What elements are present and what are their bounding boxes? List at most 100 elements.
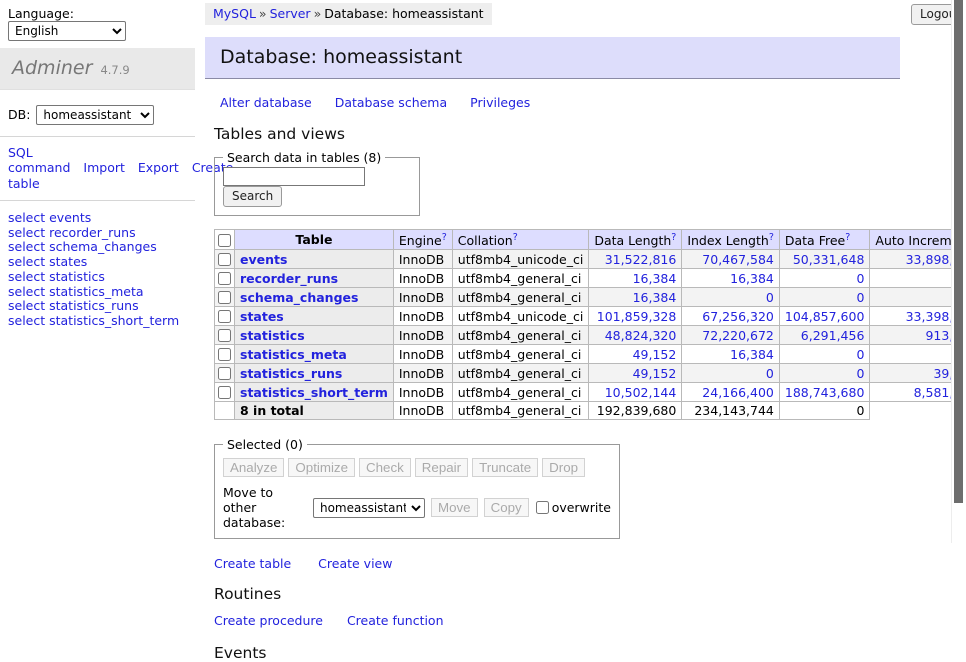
selected-action-button[interactable]: Check xyxy=(359,458,411,477)
select-all-cell xyxy=(215,230,235,250)
sidebar-nav-link[interactable]: Import xyxy=(83,160,125,175)
table-name-link[interactable]: statistics_meta xyxy=(240,347,347,362)
column-help-link[interactable]: ? xyxy=(769,232,774,243)
database-action-link[interactable]: Privileges xyxy=(470,95,530,110)
selected-action-button[interactable]: Analyze xyxy=(223,458,284,477)
data-free-link[interactable]: 0 xyxy=(856,347,864,362)
row-checkbox[interactable] xyxy=(218,348,231,361)
routines-links: Create procedure Create function xyxy=(214,613,915,628)
select-all-checkbox[interactable] xyxy=(218,234,231,247)
column-help-link[interactable]: ? xyxy=(845,232,850,243)
data-length-link[interactable]: 31,522,816 xyxy=(605,252,677,267)
data-length-link[interactable]: 16,384 xyxy=(633,290,677,305)
data-free-link[interactable]: 104,857,600 xyxy=(785,309,865,324)
sidebar-select-table-link[interactable]: select statistics_runs xyxy=(8,299,187,314)
index-length-link[interactable]: 70,467,584 xyxy=(702,252,774,267)
data-free-link[interactable]: 6,291,456 xyxy=(801,328,865,343)
sidebar-select-table-link[interactable]: select statistics_short_term xyxy=(8,314,187,329)
copy-button[interactable]: Copy xyxy=(484,498,529,517)
row-checkbox[interactable] xyxy=(218,329,231,342)
create-link[interactable]: Create table xyxy=(214,556,291,571)
sidebar-select-table-link[interactable]: select states xyxy=(8,255,187,270)
table-name-link[interactable]: statistics_runs xyxy=(240,366,342,381)
data-length-link[interactable]: 49,152 xyxy=(633,366,677,381)
data-length-cell: 16,384 xyxy=(589,269,682,288)
table-footer: 8 in total InnoDB utf8mb4_general_ci 192… xyxy=(215,402,966,420)
data-free-link[interactable]: 188,743,680 xyxy=(785,385,865,400)
sidebar-nav-links: SQL commandImportExportCreate table xyxy=(0,137,195,200)
sidebar-select-table-link[interactable]: select statistics_meta xyxy=(8,285,187,300)
table-name-link[interactable]: recorder_runs xyxy=(240,271,338,286)
table-name-cell: statistics_runs xyxy=(235,364,394,383)
routine-create-link[interactable]: Create function xyxy=(347,613,444,628)
index-length-link[interactable]: 0 xyxy=(766,290,774,305)
row-checkbox[interactable] xyxy=(218,253,231,266)
table-name-link[interactable]: statistics_short_term xyxy=(240,385,388,400)
index-length-link[interactable]: 72,220,672 xyxy=(702,328,774,343)
data-length-link[interactable]: 101,859,328 xyxy=(597,309,677,324)
scrollbar-thumb[interactable] xyxy=(954,0,963,503)
data-length-cell: 49,152 xyxy=(589,345,682,364)
move-database-select[interactable]: homeassistant xyxy=(313,498,425,518)
search-input[interactable] xyxy=(223,167,365,186)
database-action-link[interactable]: Alter database xyxy=(220,95,312,110)
database-action-link[interactable]: Database schema xyxy=(335,95,447,110)
vertical-scrollbar[interactable] xyxy=(951,0,966,543)
selected-action-button[interactable]: Truncate xyxy=(472,458,538,477)
data-free-link[interactable]: 0 xyxy=(856,366,864,381)
move-button[interactable]: Move xyxy=(431,498,478,517)
table-row: schema_changes InnoDB utf8mb4_general_ci… xyxy=(215,288,966,307)
data-free-link[interactable]: 50,331,648 xyxy=(793,252,865,267)
selected-action-button[interactable]: Optimize xyxy=(288,458,355,477)
breadcrumb-server-link[interactable]: Server xyxy=(270,6,311,21)
row-checkbox-cell xyxy=(215,326,235,345)
sidebar-select-table-link[interactable]: select events xyxy=(8,211,187,226)
data-length-link[interactable]: 49,152 xyxy=(633,347,677,362)
data-length-link[interactable]: 10,502,144 xyxy=(605,385,677,400)
data-free-cell: 104,857,600 xyxy=(779,307,870,326)
index-length-link[interactable]: 67,256,320 xyxy=(702,309,774,324)
index-length-link[interactable]: 16,384 xyxy=(730,347,774,362)
data-length-link[interactable]: 16,384 xyxy=(633,271,677,286)
breadcrumb-mysql-link[interactable]: MySQL xyxy=(213,6,256,21)
search-button[interactable]: Search xyxy=(223,186,282,207)
selected-action-button[interactable]: Repair xyxy=(415,458,468,477)
sidebar-nav-link[interactable]: SQL command xyxy=(8,145,70,175)
data-length-cell: 101,859,328 xyxy=(589,307,682,326)
column-help-link[interactable]: ? xyxy=(671,232,676,243)
data-free-link[interactable]: 0 xyxy=(856,290,864,305)
index-length-link[interactable]: 0 xyxy=(766,366,774,381)
sidebar-select-table-link[interactable]: select recorder_runs xyxy=(8,226,187,241)
table-name-link[interactable]: states xyxy=(240,309,284,324)
collation-cell: utf8mb4_unicode_ci xyxy=(452,250,589,269)
table-header: Table Engine?Collation?Data Length?Index… xyxy=(215,230,966,250)
table-name-link[interactable]: schema_changes xyxy=(240,290,358,305)
table-name-link[interactable]: events xyxy=(240,252,287,267)
row-checkbox[interactable] xyxy=(218,272,231,285)
column-help-link[interactable]: ? xyxy=(513,232,518,243)
sidebar-select-table-link[interactable]: select schema_changes xyxy=(8,240,187,255)
index-length-link[interactable]: 16,384 xyxy=(730,271,774,286)
index-length-link[interactable]: 24,166,400 xyxy=(702,385,774,400)
column-help-link[interactable]: ? xyxy=(442,232,447,243)
row-checkbox[interactable] xyxy=(218,310,231,323)
tables-overview-table: Table Engine?Collation?Data Length?Index… xyxy=(214,229,966,420)
language-select[interactable]: English xyxy=(8,21,126,41)
db-select[interactable]: homeassistant xyxy=(36,105,154,125)
breadcrumb-separator: » xyxy=(259,6,267,21)
data-free-link[interactable]: 0 xyxy=(856,271,864,286)
selected-action-button[interactable]: Drop xyxy=(542,458,585,477)
routine-create-link[interactable]: Create procedure xyxy=(214,613,323,628)
data-length-link[interactable]: 48,824,320 xyxy=(605,328,677,343)
table-name-link[interactable]: statistics xyxy=(240,328,305,343)
search-fieldset: Search data in tables (8) Search xyxy=(214,150,420,216)
overwrite-checkbox[interactable] xyxy=(536,501,549,514)
create-link[interactable]: Create view xyxy=(318,556,392,571)
row-checkbox[interactable] xyxy=(218,291,231,304)
index-length-cell: 70,467,584 xyxy=(682,250,780,269)
row-checkbox[interactable] xyxy=(218,367,231,380)
sidebar-nav-link[interactable]: Export xyxy=(138,160,179,175)
sidebar-select-table-link[interactable]: select statistics xyxy=(8,270,187,285)
db-label: DB: xyxy=(8,107,30,122)
row-checkbox[interactable] xyxy=(218,386,231,399)
